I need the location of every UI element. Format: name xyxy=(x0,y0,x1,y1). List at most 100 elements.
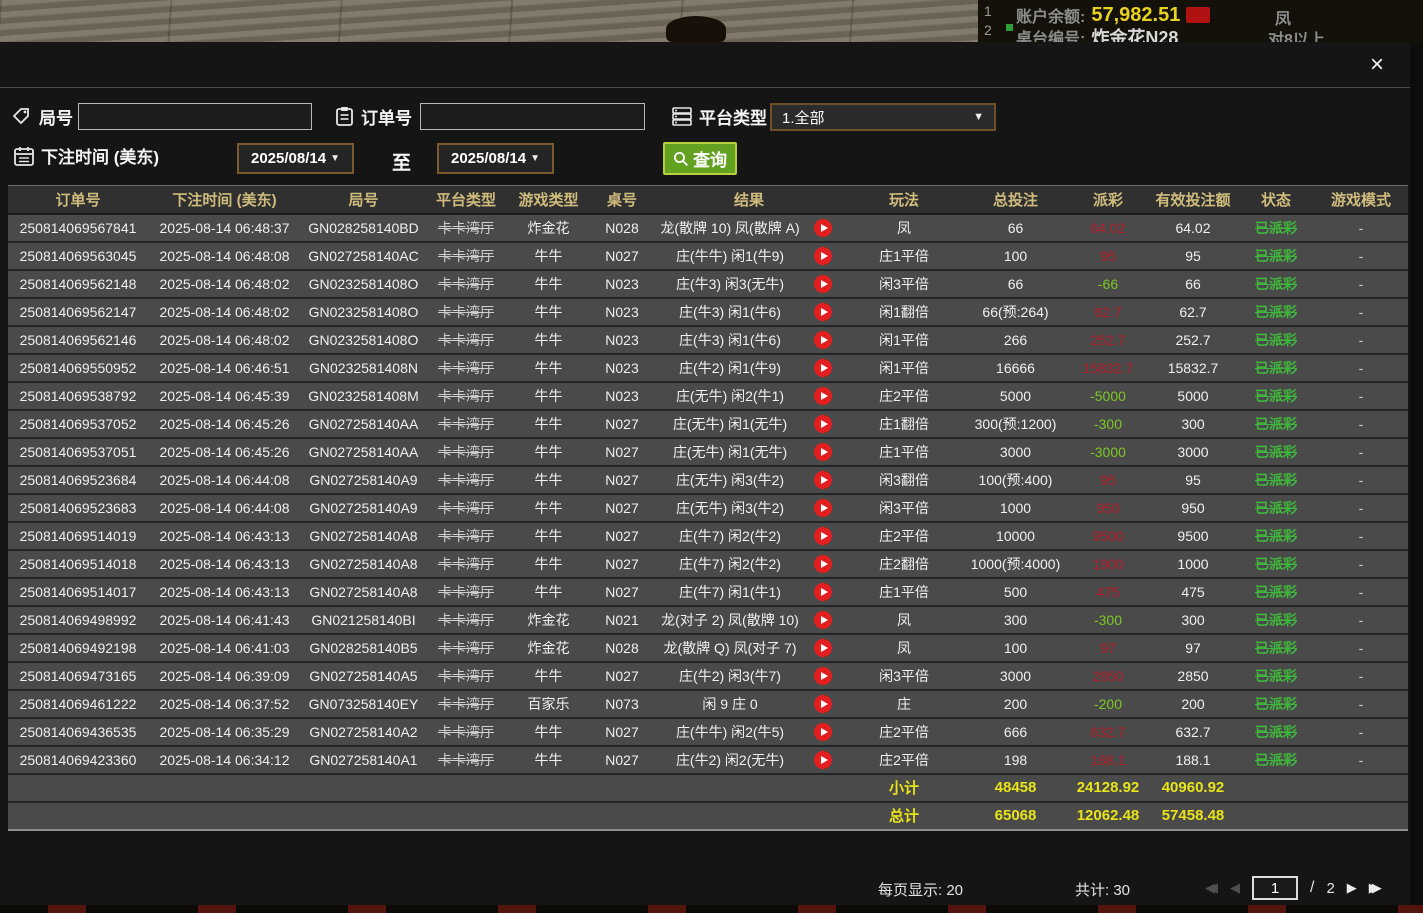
cell-game-mode: - xyxy=(1314,606,1408,634)
cell-bet-time: 2025-08-14 06:48:08 xyxy=(148,242,301,270)
cell-game-type: 牛牛 xyxy=(506,354,591,382)
cell-platform: 卡卡湾厅 xyxy=(426,690,506,718)
cell-status: 已派彩 xyxy=(1238,522,1314,550)
play-video-icon[interactable] xyxy=(814,247,832,265)
table-row: 2508140695621472025-08-14 06:48:02GN0232… xyxy=(8,298,1408,326)
cell-bet-time: 2025-08-14 06:41:03 xyxy=(148,634,301,662)
play-video-icon[interactable] xyxy=(814,723,832,741)
cell-round-id: GN073258140EY xyxy=(301,690,426,718)
play-video-icon[interactable] xyxy=(814,359,832,377)
table-row: 2508140695630452025-08-14 06:48:08GN0272… xyxy=(8,242,1408,270)
play-video-icon[interactable] xyxy=(814,695,832,713)
table-row: 2508140695236842025-08-14 06:44:08GN0272… xyxy=(8,466,1408,494)
play-video-icon[interactable] xyxy=(814,555,832,573)
cell-round-id: GN027258140A1 xyxy=(301,746,426,774)
last-page-icon[interactable]: ▶▶ xyxy=(1369,880,1382,896)
cell-status: 已派彩 xyxy=(1238,578,1314,606)
order-input[interactable] xyxy=(420,103,645,130)
cell-table-no: N027 xyxy=(591,438,653,466)
play-video-icon[interactable] xyxy=(814,275,832,293)
cell-status: 已派彩 xyxy=(1238,214,1314,242)
column-header: 平台类型 xyxy=(426,186,506,214)
play-video-icon[interactable] xyxy=(814,415,832,433)
first-page-icon[interactable]: ◀◀ xyxy=(1205,880,1218,896)
cell-play-type: 庄1平倍 xyxy=(845,438,963,466)
cell-bet-time: 2025-08-14 06:35:29 xyxy=(148,718,301,746)
cell-total-bet: 100 xyxy=(963,242,1068,270)
play-video-icon[interactable] xyxy=(814,611,832,629)
play-video-icon[interactable] xyxy=(814,219,832,237)
search-button[interactable]: 查询 xyxy=(663,142,737,175)
total-total-bet: 65068 xyxy=(963,802,1068,830)
cell-game-mode: - xyxy=(1314,662,1408,690)
cell-bet-time: 2025-08-14 06:44:08 xyxy=(148,466,301,494)
cell-bet-time: 2025-08-14 06:45:26 xyxy=(148,438,301,466)
play-video-icon[interactable] xyxy=(814,583,832,601)
subtotal-total-bet: 48458 xyxy=(963,774,1068,802)
cell-game-type: 牛牛 xyxy=(506,746,591,774)
page-separator: / xyxy=(1310,879,1314,897)
play-video-icon[interactable] xyxy=(814,443,832,461)
column-header: 桌号 xyxy=(591,186,653,214)
dealer-silhouette xyxy=(666,16,726,42)
round-input[interactable] xyxy=(78,103,312,130)
date-to-picker[interactable]: 2025/08/14 ▼ xyxy=(437,143,554,174)
cell-bet-time: 2025-08-14 06:37:52 xyxy=(148,690,301,718)
cell-platform: 卡卡湾厅 xyxy=(426,578,506,606)
cell-status: 已派彩 xyxy=(1238,550,1314,578)
play-video-icon[interactable] xyxy=(814,751,832,769)
play-video-icon[interactable] xyxy=(814,331,832,349)
cell-bet-time: 2025-08-14 06:43:13 xyxy=(148,522,301,550)
cell-game-mode: - xyxy=(1314,634,1408,662)
cell-payout: 950 xyxy=(1068,494,1148,522)
close-icon[interactable]: × xyxy=(1362,50,1392,80)
subtotal-valid-bet: 40960.92 xyxy=(1148,774,1238,802)
table-row: 2508140694612222025-08-14 06:37:52GN0732… xyxy=(8,690,1408,718)
column-header: 下注时间 (美东) xyxy=(148,186,301,214)
cell-bet-time: 2025-08-14 06:41:43 xyxy=(148,606,301,634)
cell-table-no: N028 xyxy=(591,214,653,242)
play-video-icon[interactable] xyxy=(814,527,832,545)
cell-bet-time: 2025-08-14 06:48:37 xyxy=(148,214,301,242)
play-video-icon[interactable] xyxy=(814,667,832,685)
table-row: 2508140695621462025-08-14 06:48:02GN0232… xyxy=(8,326,1408,354)
cell-total-bet: 5000 xyxy=(963,382,1068,410)
next-page-icon[interactable]: ▶ xyxy=(1347,880,1357,896)
prev-page-icon[interactable]: ◀ xyxy=(1230,880,1240,896)
table-row: 2508140695387922025-08-14 06:45:39GN0232… xyxy=(8,382,1408,410)
cell-table-no: N027 xyxy=(591,662,653,690)
cell-payout: 9500 xyxy=(1068,522,1148,550)
cell-valid-bet: 62.7 xyxy=(1148,298,1238,326)
cell-game-mode: - xyxy=(1314,466,1408,494)
cell-status: 已派彩 xyxy=(1238,690,1314,718)
cell-play-type: 闲3翻倍 xyxy=(845,466,963,494)
cell-round-id: GN0232581408M xyxy=(301,382,426,410)
cell-status: 已派彩 xyxy=(1238,606,1314,634)
cell-total-bet: 3000 xyxy=(963,662,1068,690)
cell-payout: -66 xyxy=(1068,270,1148,298)
play-video-icon[interactable] xyxy=(814,639,832,657)
chevron-down-icon: ▼ xyxy=(973,111,984,123)
subtotal-row: 小计 48458 24128.92 40960.92 xyxy=(8,774,1408,802)
table-row: 2508140694233602025-08-14 06:34:12GN0272… xyxy=(8,746,1408,774)
play-video-icon[interactable] xyxy=(814,471,832,489)
cell-result: 庄(牛7) 闲2(牛2) xyxy=(653,550,845,578)
cell-table-no: N027 xyxy=(591,550,653,578)
cell-status: 已派彩 xyxy=(1238,494,1314,522)
cell-play-type: 闲3平倍 xyxy=(845,662,963,690)
page-number-input[interactable] xyxy=(1252,876,1298,900)
play-video-icon[interactable] xyxy=(814,303,832,321)
cell-valid-bet: 3000 xyxy=(1148,438,1238,466)
cell-result: 庄(无牛) 闲3(牛2) xyxy=(653,466,845,494)
subtotal-label: 小计 xyxy=(845,774,963,802)
cell-bet-time: 2025-08-14 06:43:13 xyxy=(148,550,301,578)
play-video-icon[interactable] xyxy=(814,387,832,405)
date-from-picker[interactable]: 2025/08/14 ▼ xyxy=(237,143,354,174)
cell-round-id: GN027258140A9 xyxy=(301,494,426,522)
cell-total-bet: 100 xyxy=(963,634,1068,662)
cell-platform: 卡卡湾厅 xyxy=(426,270,506,298)
platform-select[interactable]: 1.全部 ▼ xyxy=(770,103,996,131)
play-video-icon[interactable] xyxy=(814,499,832,517)
cell-platform: 卡卡湾厅 xyxy=(426,354,506,382)
round-label: 局号 xyxy=(39,104,73,129)
